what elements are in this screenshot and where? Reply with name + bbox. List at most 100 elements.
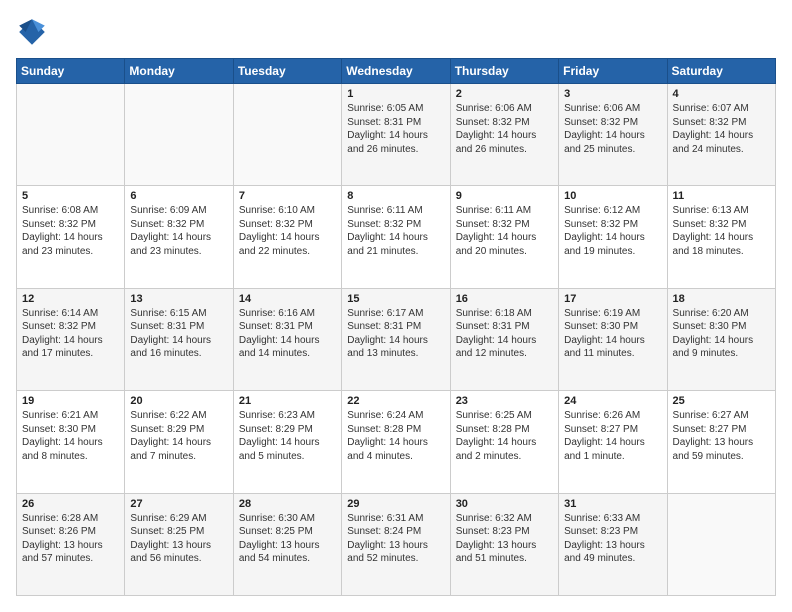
day-number: 3 [564,88,661,100]
day-number: 31 [564,498,661,510]
day-info: Sunrise: 6:27 AM Sunset: 8:27 PM Dayligh… [673,409,770,463]
day-number: 6 [130,190,227,202]
day-info: Sunrise: 6:31 AM Sunset: 8:24 PM Dayligh… [347,512,444,566]
day-info: Sunrise: 6:07 AM Sunset: 8:32 PM Dayligh… [673,102,770,156]
calendar-day-cell: 5 Sunrise: 6:08 AM Sunset: 8:32 PM Daylig… [17,186,125,288]
calendar-day-cell: 14 Sunrise: 6:16 AM Sunset: 8:31 PM Dayli… [233,288,341,390]
calendar-day-header: Friday [559,59,667,84]
day-info: Sunrise: 6:28 AM Sunset: 8:26 PM Dayligh… [22,512,119,566]
calendar-day-cell: 22 Sunrise: 6:24 AM Sunset: 8:28 PM Dayli… [342,391,450,493]
day-number: 12 [22,293,119,305]
day-number: 28 [239,498,336,510]
calendar-day-cell [667,493,775,595]
day-info: Sunrise: 6:10 AM Sunset: 8:32 PM Dayligh… [239,204,336,258]
calendar-day-cell: 7 Sunrise: 6:10 AM Sunset: 8:32 PM Daylig… [233,186,341,288]
calendar-day-cell: 23 Sunrise: 6:25 AM Sunset: 8:28 PM Dayli… [450,391,558,493]
day-number: 8 [347,190,444,202]
day-info: Sunrise: 6:15 AM Sunset: 8:31 PM Dayligh… [130,307,227,361]
calendar-day-cell: 16Sunrise: 6:18 AM Sunset: 8:31 PM Dayli… [450,288,558,390]
day-info: Sunrise: 6:23 AM Sunset: 8:29 PM Dayligh… [239,409,336,463]
day-number: 10 [564,190,661,202]
day-number: 11 [673,190,770,202]
calendar-day-cell [125,84,233,186]
day-number: 2 [456,88,553,100]
day-number: 1 [347,88,444,100]
calendar-day-cell: 19 Sunrise: 6:21 AM Sunset: 8:30 PM Dayli… [17,391,125,493]
calendar-day-header: Wednesday [342,59,450,84]
day-info: Sunrise: 6:06 AM Sunset: 8:32 PM Dayligh… [564,102,661,156]
calendar-day-cell [17,84,125,186]
day-number: 23 [456,395,553,407]
day-info: Sunrise: 6:14 AM Sunset: 8:32 PM Dayligh… [22,307,119,361]
day-info: Sunrise: 6:30 AM Sunset: 8:25 PM Dayligh… [239,512,336,566]
calendar-day-cell: 20 Sunrise: 6:22 AM Sunset: 8:29 PM Dayli… [125,391,233,493]
calendar-day-cell [233,84,341,186]
day-number: 16 [456,293,553,305]
day-info: Sunrise: 6:29 AM Sunset: 8:25 PM Dayligh… [130,512,227,566]
day-number: 4 [673,88,770,100]
calendar-week-row: 1 Sunrise: 6:05 AM Sunset: 8:31 PM Daylig… [17,84,776,186]
day-number: 17 [564,293,661,305]
day-info: Sunrise: 6:25 AM Sunset: 8:28 PM Dayligh… [456,409,553,463]
day-info: Sunrise: 6:20 AM Sunset: 8:30 PM Dayligh… [673,307,770,361]
calendar-day-cell: 8 Sunrise: 6:11 AM Sunset: 8:32 PM Daylig… [342,186,450,288]
day-info: Sunrise: 6:22 AM Sunset: 8:29 PM Dayligh… [130,409,227,463]
day-number: 7 [239,190,336,202]
calendar-week-row: 19 Sunrise: 6:21 AM Sunset: 8:30 PM Dayli… [17,391,776,493]
day-info: Sunrise: 6:21 AM Sunset: 8:30 PM Dayligh… [22,409,119,463]
day-number: 13 [130,293,227,305]
calendar-day-cell: 27 Sunrise: 6:29 AM Sunset: 8:25 PM Dayli… [125,493,233,595]
day-info: Sunrise: 6:33 AM Sunset: 8:23 PM Dayligh… [564,512,661,566]
day-number: 30 [456,498,553,510]
calendar-day-header: Sunday [17,59,125,84]
day-number: 22 [347,395,444,407]
logo [16,16,52,48]
day-number: 20 [130,395,227,407]
day-info: Sunrise: 6:11 AM Sunset: 8:32 PM Dayligh… [456,204,553,258]
calendar-table: SundayMondayTuesdayWednesdayThursdayFrid… [16,58,776,596]
day-info: Sunrise: 6:12 AM Sunset: 8:32 PM Dayligh… [564,204,661,258]
calendar-day-header: Saturday [667,59,775,84]
calendar-day-cell: 2Sunrise: 6:06 AM Sunset: 8:32 PM Daylig… [450,84,558,186]
calendar-week-row: 12 Sunrise: 6:14 AM Sunset: 8:32 PM Dayli… [17,288,776,390]
day-number: 25 [673,395,770,407]
calendar-day-header: Monday [125,59,233,84]
calendar-day-header: Thursday [450,59,558,84]
calendar-header-row: SundayMondayTuesdayWednesdayThursdayFrid… [17,59,776,84]
day-number: 14 [239,293,336,305]
calendar-day-cell: 17 Sunrise: 6:19 AM Sunset: 8:30 PM Dayli… [559,288,667,390]
calendar-day-cell: 11 Sunrise: 6:13 AM Sunset: 8:32 PM Dayli… [667,186,775,288]
logo-icon [16,16,48,48]
calendar-day-cell: 13 Sunrise: 6:15 AM Sunset: 8:31 PM Dayli… [125,288,233,390]
day-number: 27 [130,498,227,510]
day-number: 26 [22,498,119,510]
calendar-day-cell: 12 Sunrise: 6:14 AM Sunset: 8:32 PM Dayli… [17,288,125,390]
day-info: Sunrise: 6:08 AM Sunset: 8:32 PM Dayligh… [22,204,119,258]
day-number: 21 [239,395,336,407]
calendar-day-cell: 30 Sunrise: 6:32 AM Sunset: 8:23 PM Dayli… [450,493,558,595]
calendar-day-cell: 3 Sunrise: 6:06 AM Sunset: 8:32 PM Daylig… [559,84,667,186]
day-info: Sunrise: 6:11 AM Sunset: 8:32 PM Dayligh… [347,204,444,258]
calendar-day-header: Tuesday [233,59,341,84]
calendar-day-cell: 26 Sunrise: 6:28 AM Sunset: 8:26 PM Dayli… [17,493,125,595]
day-info: Sunrise: 6:16 AM Sunset: 8:31 PM Dayligh… [239,307,336,361]
calendar-day-cell: 31 Sunrise: 6:33 AM Sunset: 8:23 PM Dayli… [559,493,667,595]
calendar-day-cell: 28 Sunrise: 6:30 AM Sunset: 8:25 PM Dayli… [233,493,341,595]
day-info: Sunrise: 6:32 AM Sunset: 8:23 PM Dayligh… [456,512,553,566]
day-info: Sunrise: 6:05 AM Sunset: 8:31 PM Dayligh… [347,102,444,156]
day-info: Sunrise: 6:26 AM Sunset: 8:27 PM Dayligh… [564,409,661,463]
calendar-week-row: 26 Sunrise: 6:28 AM Sunset: 8:26 PM Dayli… [17,493,776,595]
day-number: 5 [22,190,119,202]
day-info: Sunrise: 6:09 AM Sunset: 8:32 PM Dayligh… [130,204,227,258]
day-number: 18 [673,293,770,305]
day-info: Sunrise: 6:13 AM Sunset: 8:32 PM Dayligh… [673,204,770,258]
calendar-day-cell: 15Sunrise: 6:17 AM Sunset: 8:31 PM Dayli… [342,288,450,390]
calendar-day-cell: 21 Sunrise: 6:23 AM Sunset: 8:29 PM Dayli… [233,391,341,493]
calendar-day-cell: 9Sunrise: 6:11 AM Sunset: 8:32 PM Daylig… [450,186,558,288]
day-info: Sunrise: 6:24 AM Sunset: 8:28 PM Dayligh… [347,409,444,463]
day-number: 29 [347,498,444,510]
day-info: Sunrise: 6:17 AM Sunset: 8:31 PM Dayligh… [347,307,444,361]
day-info: Sunrise: 6:19 AM Sunset: 8:30 PM Dayligh… [564,307,661,361]
calendar-day-cell: 25 Sunrise: 6:27 AM Sunset: 8:27 PM Dayli… [667,391,775,493]
day-number: 19 [22,395,119,407]
